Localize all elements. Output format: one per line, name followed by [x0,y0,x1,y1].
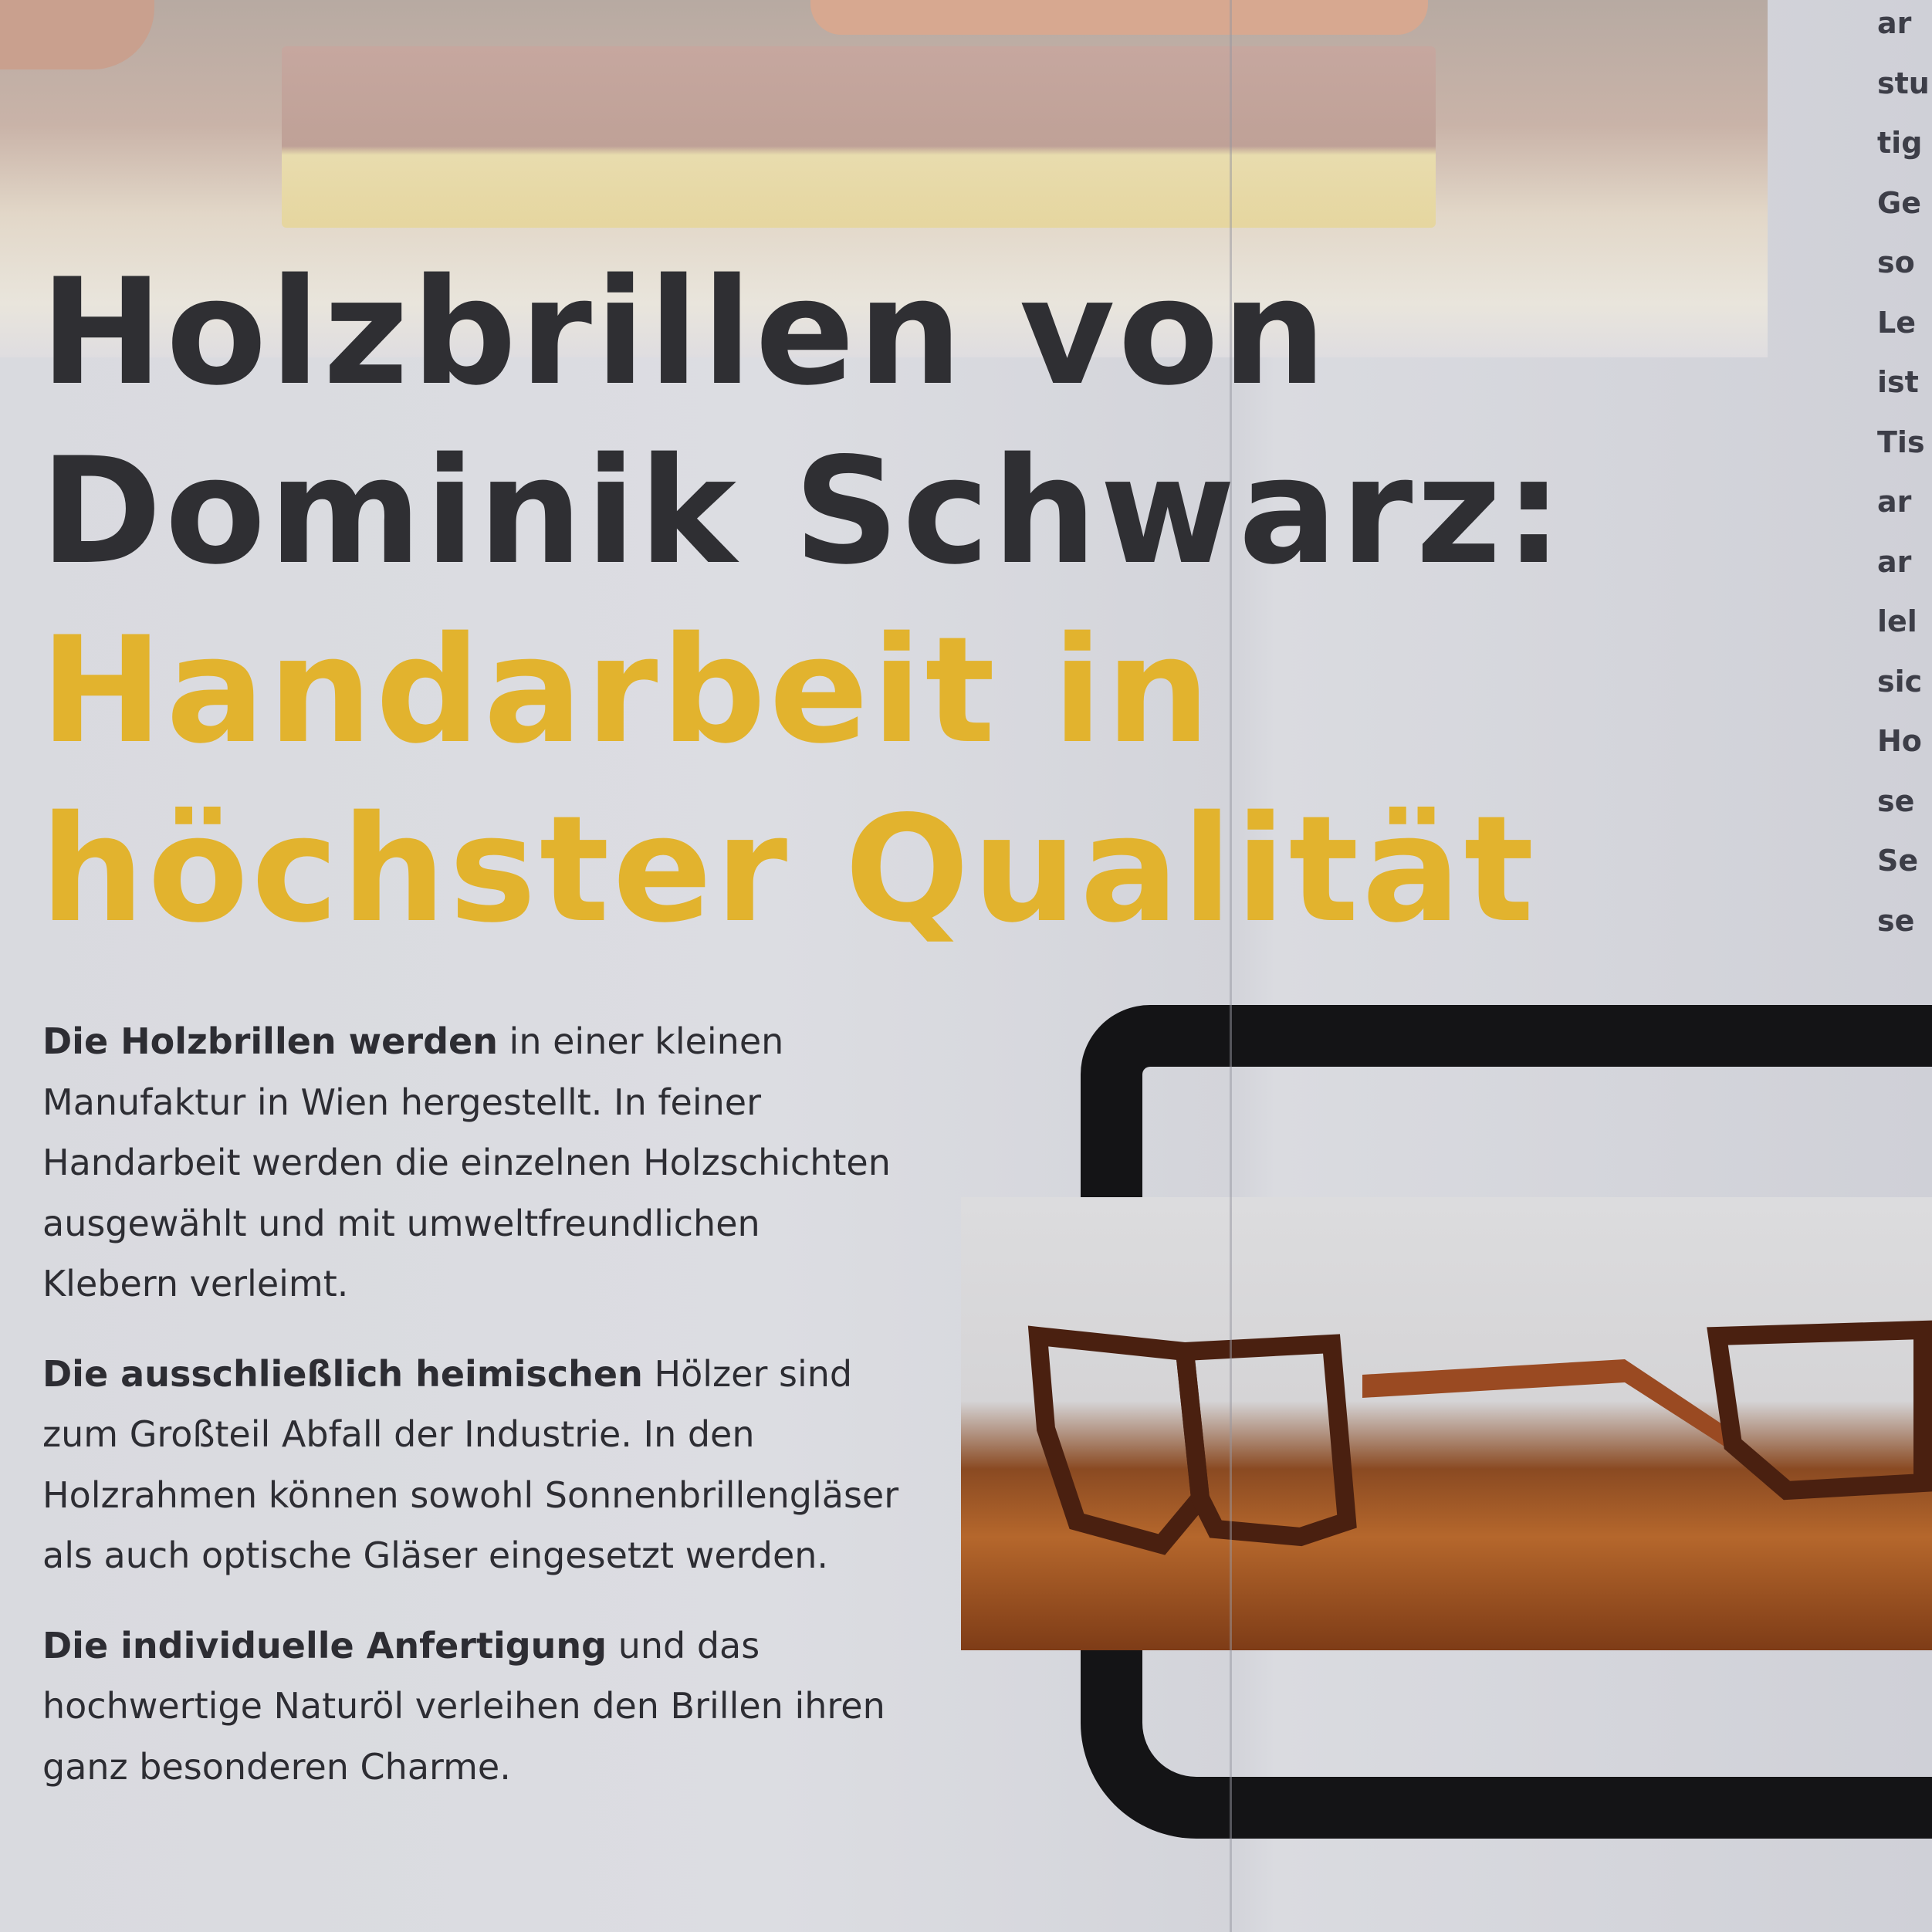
text-fragment: ar [1877,485,1912,519]
paragraph-lead: Die Holzbrillen werden [42,1020,498,1062]
text-fragment: se [1877,903,1915,938]
glasses-left-lens-rim [1027,1325,1210,1555]
headline-line: Holzbrillen von [40,247,1330,418]
text-fragment: Ho [1877,724,1922,758]
wooden-board [282,46,1436,228]
text-fragment: ar [1877,6,1912,40]
paragraph-text: in einer kleinen Manufaktur in Wien herg… [42,1020,891,1304]
paragraph-lead: Die ausschließlich heimischen [42,1352,643,1395]
paragraph: Die individuelle Anfertigung und das hoc… [42,1616,907,1798]
text-fragment: Se [1877,844,1919,878]
headline-line: Dominik Schwarz: [40,426,1566,597]
glasses-right-lens-rim [1174,1334,1357,1547]
text-fragment: so [1877,245,1915,279]
paragraph-lead: Die individuelle Anfertigung [42,1624,607,1666]
adjacent-column-text: ar stu tig Ge so Le ist Tis ar ar lel si… [1877,0,1931,957]
hands [810,0,1428,35]
text-fragment: lel [1877,604,1917,638]
glasses-temple [1362,1359,1741,1452]
text-fragment: stu [1877,66,1930,100]
headline: Holzbrillen von Dominik Schwarz: Handarb… [40,243,1815,959]
text-fragment: ar [1877,544,1912,579]
text-fragment: Ge [1877,185,1921,220]
glasses-illustration [1027,1320,1932,1555]
text-fragment: ist [1877,365,1919,399]
text-fragment: sic [1877,664,1923,699]
text-fragment: Le [1877,305,1916,340]
headline-accent-line: Handarbeit in [40,605,1213,776]
text-fragment: se [1877,783,1915,818]
hand [0,0,154,69]
wooden-glasses-photo [961,1197,1932,1650]
paragraph: Die ausschließlich heimischen Hölzer sin… [42,1344,907,1586]
text-fragment: tig [1877,126,1923,160]
headline-accent-line: höchster Qualität [40,784,1538,955]
body-text: Die Holzbrillen werden in einer kleinen … [42,1011,907,1826]
glasses-second-pair [1707,1320,1932,1501]
paragraph: Die Holzbrillen werden in einer kleinen … [42,1011,907,1315]
text-fragment: Tis [1877,425,1925,459]
